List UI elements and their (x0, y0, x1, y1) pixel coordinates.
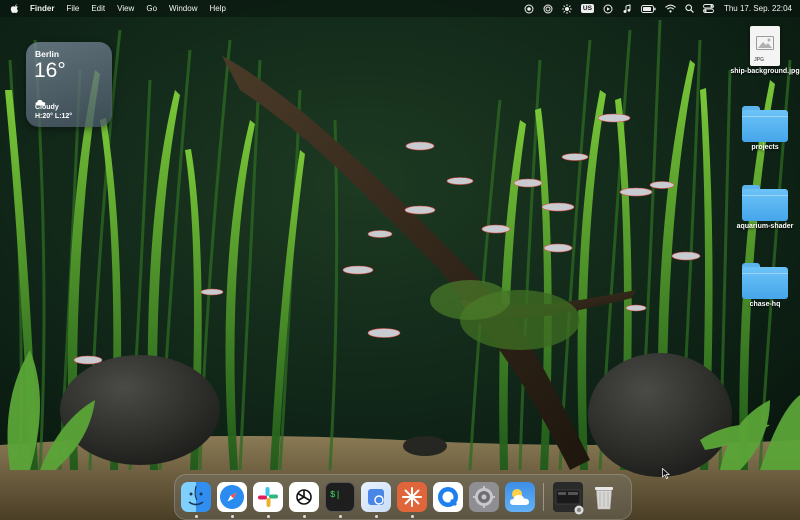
dock-system-settings-icon[interactable] (469, 482, 499, 512)
running-indicator (231, 515, 234, 518)
dock-finder-icon[interactable] (181, 482, 211, 512)
dock-quicktime-icon[interactable] (433, 482, 463, 512)
desktop-file-ship-background[interactable]: JPG ship-background.jpg (730, 26, 800, 77)
media-icon[interactable] (603, 4, 613, 14)
keyboard-layout-badge[interactable]: US (580, 4, 594, 13)
screen-record-icon[interactable] (524, 4, 534, 14)
desktop-folder-aquarium-shader[interactable]: aquarium-shader (730, 185, 800, 232)
weather-high-low: H:20° L:12° (35, 113, 73, 120)
desktop-icon-label: aquarium-shader (736, 223, 794, 230)
dock-trash-icon[interactable] (589, 482, 619, 512)
dock-preview-icon[interactable] (361, 482, 391, 512)
desktop-folder-projects[interactable]: projects (730, 106, 800, 153)
music-icon[interactable] (622, 3, 632, 14)
menu-go[interactable]: Go (146, 4, 157, 13)
dock-weather-icon[interactable] (505, 482, 535, 512)
menubar-clock[interactable]: Thu 17. Sep. 22:04 (724, 4, 792, 13)
keyboard-layout-label: US (580, 4, 594, 13)
running-indicator (375, 515, 378, 518)
folder-icon (742, 185, 788, 221)
menu-bar: Finder File Edit View Go Window Help US (0, 0, 800, 17)
brightness-icon[interactable] (562, 3, 572, 14)
status-menus: US Thu 17. Sep. 22:04 (515, 0, 792, 17)
svg-text:$|: $| (330, 490, 341, 500)
menu-view[interactable]: View (117, 4, 134, 13)
dock-chatgpt-icon[interactable] (289, 482, 319, 512)
running-indicator (411, 515, 414, 518)
menu-help[interactable]: Help (209, 4, 225, 13)
menu-window[interactable]: Window (169, 4, 197, 13)
control-center-icon[interactable] (702, 4, 714, 13)
dock-claude-icon[interactable] (397, 482, 427, 512)
file-extension: JPG (754, 57, 765, 63)
dock-terminal-icon[interactable]: $| (325, 482, 355, 512)
dock: $| (174, 474, 632, 520)
menu-edit[interactable]: Edit (91, 4, 105, 13)
running-indicator (267, 515, 270, 518)
image-file-icon: JPG (750, 26, 780, 66)
weather-widget[interactable]: Berlin 16° Cloudy H:20° L:12° (26, 42, 112, 127)
dock-slack-icon[interactable] (253, 482, 283, 512)
mouse-pointer-icon (662, 466, 671, 484)
folder-icon (742, 263, 788, 299)
weather-temperature: 16° (34, 59, 66, 82)
battery-icon[interactable] (640, 4, 656, 13)
folder-icon (742, 106, 788, 142)
spotlight-icon[interactable] (685, 4, 694, 13)
desktop-folder-chase-hq[interactable]: chase-hq (730, 263, 800, 310)
dock-safari-icon[interactable] (217, 482, 247, 512)
weather-condition: Cloudy (35, 104, 59, 111)
desktop-icon-label: chase-hq (749, 301, 781, 308)
running-indicator (195, 515, 198, 518)
focus-icon[interactable] (543, 4, 553, 14)
running-indicator (339, 515, 342, 518)
weather-city: Berlin (35, 49, 60, 59)
menu-file[interactable]: File (66, 4, 79, 13)
menu-app-finder[interactable]: Finder (30, 4, 54, 13)
wifi-icon[interactable] (665, 4, 676, 13)
desktop-icon-label: projects (751, 144, 779, 151)
apple-menu-icon[interactable] (10, 3, 20, 14)
running-indicator (303, 515, 306, 518)
dock-separator (543, 483, 544, 511)
aquarium-wallpaper (0, 0, 800, 520)
desktop-icon-label: ship-background.jpg (730, 68, 800, 75)
app-badge-icon (574, 502, 584, 520)
